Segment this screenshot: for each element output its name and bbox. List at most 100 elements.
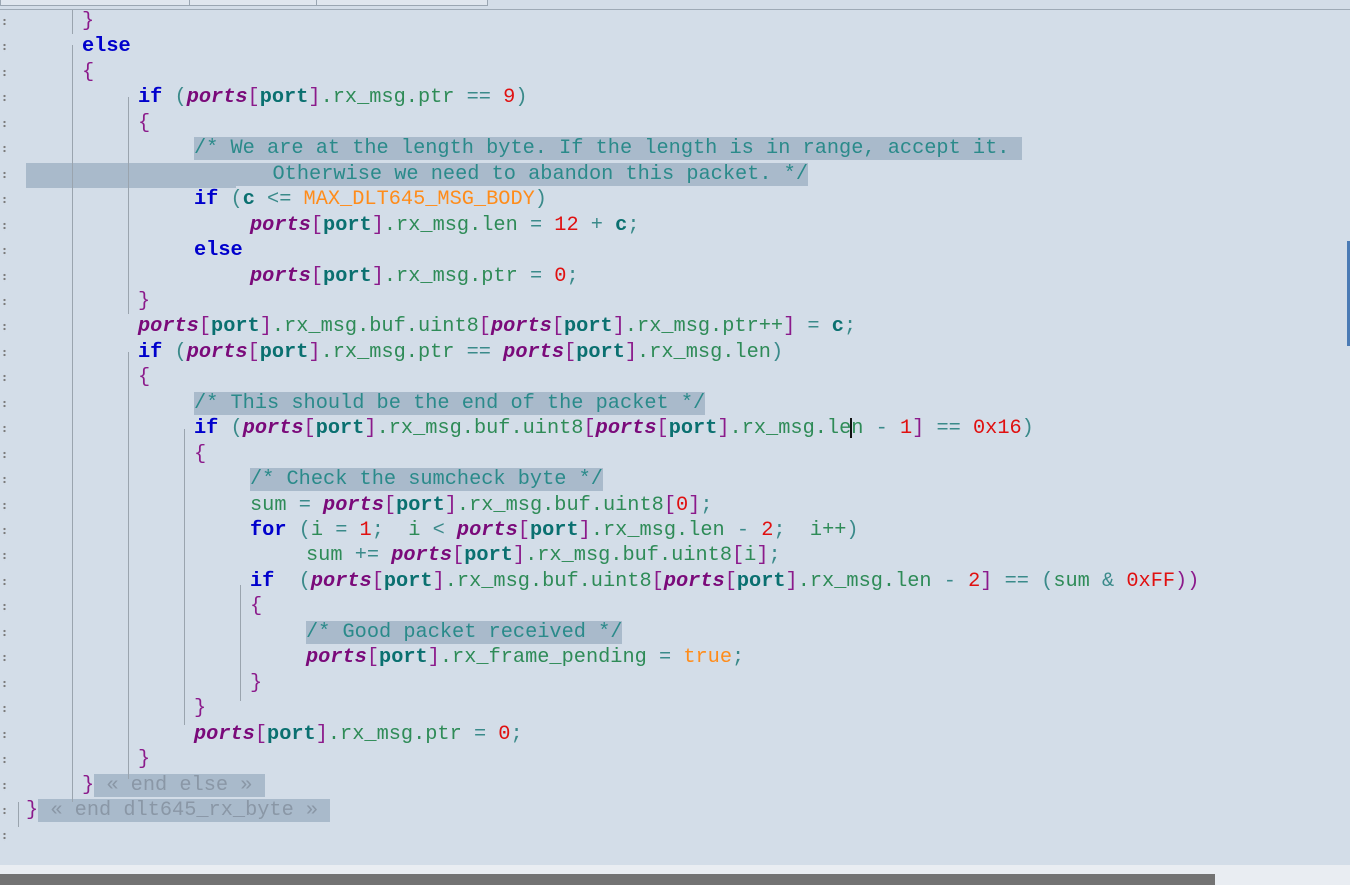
token-keyword: if <box>194 417 219 441</box>
editor-tab[interactable] <box>189 0 317 6</box>
indent-guide <box>128 352 129 779</box>
token-comment: /* We are at the length byte. If the len… <box>194 137 1022 161</box>
token-variable: port <box>396 493 445 517</box>
token-bracket: { <box>138 111 151 135</box>
code-line[interactable]: } <box>138 289 150 314</box>
code-line[interactable]: else <box>82 34 131 59</box>
code-line[interactable]: ports[port].rx_msg.ptr = 0; <box>250 264 579 289</box>
code-line[interactable]: if (c <= MAX_DLT645_MSG_BODY) <box>194 187 547 212</box>
token-bracket: } <box>194 697 207 721</box>
token-operator: ( <box>218 417 243 441</box>
token-comment: /* Good packet received */ <box>306 620 623 644</box>
token-identifier: .rx_msg.len <box>797 569 944 593</box>
token-variable: port <box>379 646 428 670</box>
token-operator: < <box>432 519 457 542</box>
code-line[interactable]: } <box>138 747 150 772</box>
code-line[interactable]: for (i = 1; i < ports[port].rx_msg.len -… <box>250 518 859 543</box>
token-variable: port <box>259 86 309 110</box>
code-line[interactable]: sum = ports[port].rx_msg.buf.uint8[0]; <box>250 493 713 518</box>
token-variable: port <box>668 417 718 441</box>
token-bracket: [ <box>303 417 316 441</box>
token-bracket: [ <box>452 544 465 568</box>
token-number-literal: 2 <box>761 519 774 542</box>
token-operator: ) <box>846 519 859 542</box>
token-bracket: ] <box>371 264 384 288</box>
token-bracket: ] <box>688 493 701 517</box>
token-operator: = <box>529 213 555 237</box>
token-identifier: .rx_msg.buf.uint8 <box>444 569 652 593</box>
code-line[interactable]: ports[port].rx_msg.ptr = 0; <box>194 722 523 747</box>
token-bracket: } <box>138 289 151 313</box>
token-operator: ; <box>510 722 523 746</box>
token-variable: ports <box>663 569 725 593</box>
code-line[interactable]: { <box>82 60 94 85</box>
editor-tab[interactable] <box>316 0 488 6</box>
token-identifier: .rx_msg.ptr <box>383 264 530 288</box>
code-line[interactable]: { <box>138 365 150 390</box>
indent-guide <box>72 10 73 34</box>
code-line[interactable]: ports[port].rx_msg.buf.uint8[ports[port]… <box>138 314 856 339</box>
token-fold-marker: « end else » <box>94 773 265 797</box>
code-line[interactable]: if (ports[port].rx_msg.buf.uint8[ports[p… <box>194 416 1034 441</box>
token-bracket: ] <box>783 315 796 339</box>
code-line[interactable]: Otherwise we need to abandon this packet… <box>236 162 809 187</box>
code-line[interactable]: { <box>138 111 150 136</box>
token-identifier: i++ <box>809 519 847 542</box>
token-identifier: .rx_msg.buf.uint8 <box>456 493 664 517</box>
token-bracket: [ <box>656 417 669 441</box>
token-identifier: sum <box>1053 569 1103 593</box>
code-line[interactable]: ports[port].rx_msg.len = 12 + c; <box>250 213 640 238</box>
token-comment: Otherwise we need to abandon this packet… <box>236 162 809 186</box>
code-line[interactable]: sum += ports[port].rx_msg.buf.uint8[i]; <box>306 543 781 568</box>
code-line[interactable]: } <box>82 9 94 34</box>
token-identifier: .rx_msg.len <box>383 213 530 237</box>
indent-guide <box>128 97 129 314</box>
code-line[interactable]: /* We are at the length byte. If the len… <box>194 136 1022 161</box>
code-editor[interactable]: } else{if (ports[port].rx_msg.ptr == 9){/… <box>0 9 1350 865</box>
horizontal-scrollbar-thumb[interactable] <box>0 874 1215 885</box>
token-keyword: if <box>138 340 163 364</box>
code-line[interactable]: if (ports[port].rx_msg.ptr == ports[port… <box>138 340 783 365</box>
token-operator: ( <box>218 188 243 212</box>
token-bracket: { <box>82 60 95 84</box>
code-line[interactable]: /* Good packet received */ <box>306 620 623 645</box>
code-line[interactable]: if (ports[port].rx_msg.ptr == 9) <box>138 85 528 110</box>
token-operator: ; <box>768 544 781 568</box>
token-variable: port <box>211 315 260 339</box>
token-identifier: .rx_msg.ptr <box>320 340 467 364</box>
token-variable: ports <box>138 315 199 339</box>
token-operator: & <box>1102 569 1127 593</box>
code-line[interactable]: { <box>250 594 262 619</box>
selection-highlight <box>26 162 236 188</box>
code-line[interactable]: { <box>194 442 206 467</box>
token-bracket: ] <box>308 340 321 364</box>
code-line[interactable]: ports[port].rx_frame_pending = true; <box>306 645 744 670</box>
code-line[interactable]: /* This should be the end of the packet … <box>194 391 706 416</box>
token-variable: ports <box>456 519 518 542</box>
token-variable: ports <box>595 417 657 441</box>
token-fold-marker: « end dlt645_rx_byte » <box>38 798 331 822</box>
token-variable: ports <box>323 493 384 517</box>
token-variable: ports <box>242 417 304 441</box>
token-bracket: ] <box>980 569 993 593</box>
token-keyword: else <box>82 35 131 59</box>
token-operator: ( <box>274 569 311 593</box>
code-line[interactable]: /* Check the sumcheck byte */ <box>250 467 603 492</box>
token-bracket: [ <box>366 646 380 670</box>
token-keyword: if <box>250 569 275 593</box>
editor-tab[interactable] <box>0 0 190 6</box>
code-line[interactable]: } « end else » <box>82 773 265 798</box>
token-bracket: )) <box>1175 569 1200 593</box>
token-operator: == <box>924 417 973 441</box>
token-variable: port <box>576 340 625 364</box>
token-operator: - <box>943 569 969 593</box>
token-number-literal: 0 <box>554 264 567 288</box>
code-line[interactable]: } <box>194 696 206 721</box>
token-variable: port <box>259 340 309 364</box>
token-bracket: [ <box>564 340 577 364</box>
token-operator: = <box>473 722 499 746</box>
code-line[interactable]: else <box>194 238 243 263</box>
token-operator: + <box>578 213 616 237</box>
code-line[interactable]: } <box>250 671 262 696</box>
code-line[interactable]: if (ports[port].rx_msg.buf.uint8[ports[p… <box>250 569 1199 594</box>
